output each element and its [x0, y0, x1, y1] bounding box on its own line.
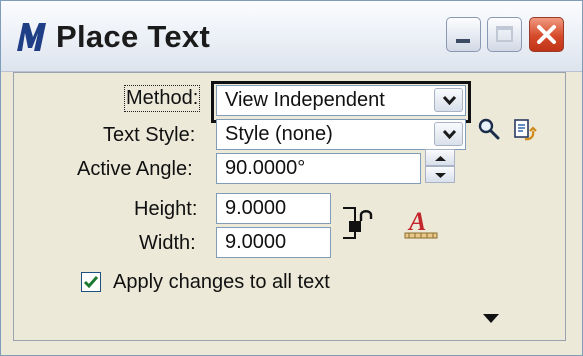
- window-title: Place Text: [56, 19, 211, 54]
- chevron-down-icon[interactable]: [483, 314, 499, 324]
- chevron-down-icon: [443, 96, 456, 105]
- method-value: View Independent: [225, 89, 385, 111]
- minimize-button[interactable]: [446, 17, 481, 52]
- active-angle-label: Active Angle:: [77, 158, 193, 180]
- active-angle-spinner[interactable]: [425, 149, 455, 183]
- text-style-value: Style (none): [225, 123, 333, 145]
- method-dropdown-arrow[interactable]: [434, 88, 463, 112]
- minimize-icon: [456, 39, 470, 43]
- place-text-dialog: Place Text Method: View Independent Text…: [0, 0, 583, 356]
- active-angle-input[interactable]: 90.0000°: [216, 153, 421, 184]
- browse-text-style-icon[interactable]: [511, 117, 537, 143]
- apply-changes-label[interactable]: Apply changes to all text: [113, 271, 330, 294]
- spinner-up-button[interactable]: [425, 149, 455, 166]
- search-icon[interactable]: [477, 117, 501, 141]
- method-label: Method:: [123, 85, 201, 112]
- close-button[interactable]: [529, 17, 564, 52]
- method-dropdown[interactable]: View Independent: [216, 85, 466, 116]
- maximize-button[interactable]: [487, 17, 522, 52]
- height-label: Height:: [134, 198, 198, 220]
- chevron-down-icon: [435, 173, 446, 178]
- text-style-dropdown[interactable]: Style (none): [216, 119, 466, 150]
- chevron-down-icon: [443, 130, 456, 139]
- chevron-up-icon: [435, 156, 446, 161]
- lock-height-width-icon[interactable]: [343, 204, 383, 242]
- text-style-label: Text Style:: [103, 124, 196, 146]
- title-bar[interactable]: Place Text: [1, 1, 582, 72]
- apply-changes-checkbox[interactable]: [81, 272, 101, 292]
- svg-text:A: A: [407, 207, 426, 236]
- width-input[interactable]: 9.0000: [216, 227, 331, 258]
- text-style-dropdown-arrow[interactable]: [434, 122, 463, 146]
- microstation-m-icon: [17, 23, 46, 51]
- height-input[interactable]: 9.0000: [216, 193, 331, 224]
- maximize-icon: [496, 26, 513, 42]
- spinner-down-button[interactable]: [425, 166, 455, 183]
- checkmark-icon: [83, 276, 99, 289]
- width-label: Width:: [139, 232, 196, 254]
- close-icon: [537, 25, 556, 44]
- text-style-picker-icon[interactable]: A: [403, 206, 439, 242]
